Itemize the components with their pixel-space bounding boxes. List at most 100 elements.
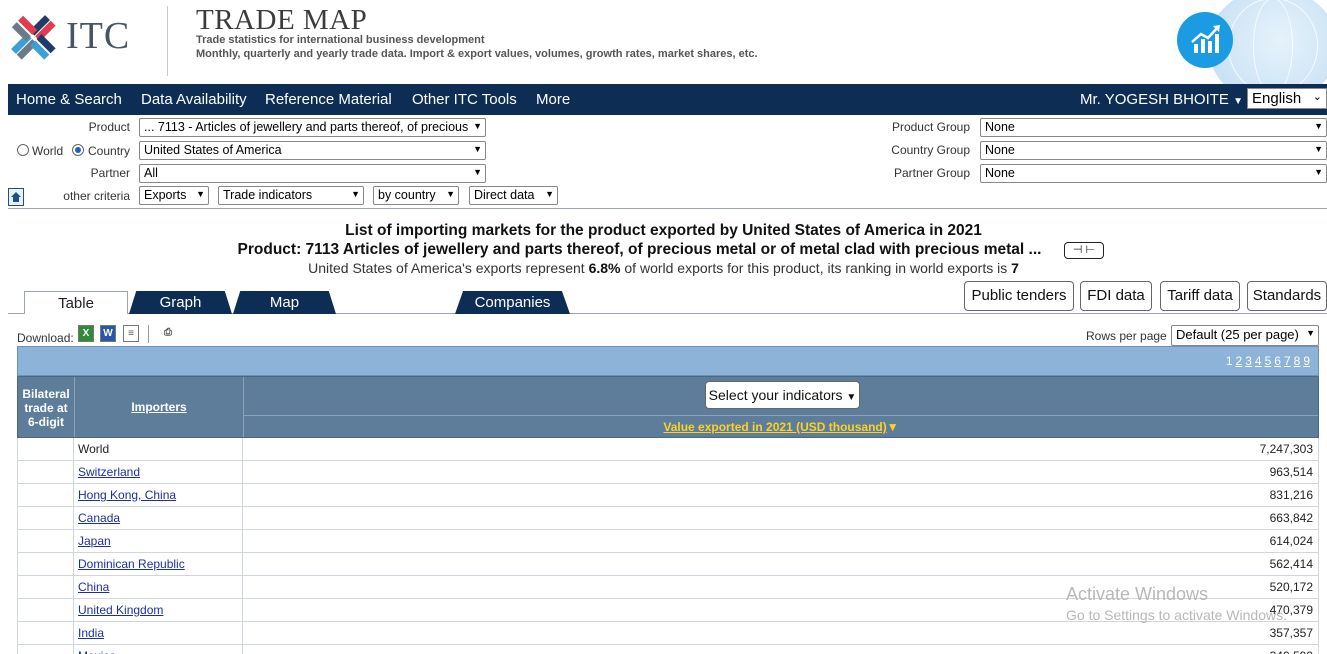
bilateral-cell [17, 622, 74, 644]
chevron-down-icon: ▼ [351, 189, 360, 199]
rows-per-page-select[interactable]: Default (25 per page) ▼ [1171, 325, 1319, 346]
importer-name[interactable]: Japan [74, 530, 243, 552]
user-menu[interactable]: Mr. YOGESH BHOITE ▼ [1080, 91, 1243, 108]
page-title: TRADE MAP [196, 4, 368, 36]
windows-watermark-title: Activate Windows [1066, 584, 1209, 604]
excel-icon[interactable]: X [78, 325, 94, 342]
product-value: ... 7113 - Articles of jewellery and par… [144, 120, 469, 134]
product-group-select[interactable]: None ▼ [980, 118, 1327, 137]
language-select[interactable]: English ⌄ [1247, 88, 1327, 109]
tab-graph[interactable]: Graph [129, 291, 232, 314]
importer-name[interactable]: Hong Kong, China [74, 484, 243, 506]
main-navigation: Home & Search Data Availability Referenc… [8, 84, 1327, 115]
nav-reference-material[interactable]: Reference Material [265, 91, 392, 108]
nav-more[interactable]: More [536, 91, 570, 108]
importer-name[interactable]: Dominican Republic [74, 553, 243, 575]
page-7[interactable]: 7 [1284, 354, 1291, 368]
pagination-bar: 123456789 [17, 346, 1319, 376]
filter-panel: Product ... 7113 - Articles of jewellery… [8, 115, 1327, 209]
nav-data-availability[interactable]: Data Availability [141, 91, 247, 108]
product-select[interactable]: ... 7113 - Articles of jewellery and par… [139, 118, 486, 137]
nav-home-search[interactable]: Home & Search [16, 91, 122, 108]
indicator-type-select[interactable]: Trade indicators ▼ [218, 186, 364, 205]
importer-name[interactable]: Mexico [74, 645, 243, 654]
export-summary: United States of America's exports repre… [0, 260, 1327, 276]
header-separator [167, 6, 168, 76]
country-label: Country [88, 144, 131, 158]
tab-map[interactable]: Map [233, 291, 336, 314]
chevron-down-icon: ▼ [196, 189, 205, 199]
page-3[interactable]: 3 [1245, 354, 1252, 368]
value-exported-header[interactable]: Value exported in 2021 (USD thousand)▼ [244, 415, 1318, 437]
product-title-text: Product: 7113 Articles of jewellery and … [237, 241, 1042, 258]
itc-logo-icon [11, 15, 56, 60]
chevron-down-icon: ▼ [473, 121, 482, 131]
bilateral-cell [17, 507, 74, 529]
tab-table[interactable]: Table [24, 291, 128, 314]
summary-rank: 7 [1011, 260, 1019, 276]
chevron-down-icon: ▼ [473, 144, 482, 154]
country-select[interactable]: United States of America ▼ [139, 141, 486, 160]
importer-name[interactable]: Canada [74, 507, 243, 529]
pagination: 123456789 [1223, 354, 1310, 368]
table-row: World 7,247,303 [17, 438, 1319, 461]
page-8[interactable]: 8 [1294, 354, 1301, 368]
importer-name[interactable]: China [74, 576, 243, 598]
bilateral-cell [17, 484, 74, 506]
bilateral-cell [17, 530, 74, 552]
country-radio[interactable] [72, 144, 84, 156]
value-exported-label: Value exported in 2021 (USD thousand) [663, 420, 887, 434]
table-row: Japan 614,024 [17, 530, 1319, 553]
page-1[interactable]: 1 [1226, 354, 1233, 368]
world-radio[interactable] [17, 144, 29, 156]
table-row: India 357,357 [17, 622, 1319, 645]
product-label: Product [88, 120, 130, 134]
export-value: 562,414 [244, 553, 1319, 575]
standards-button[interactable]: Standards [1247, 281, 1327, 311]
export-value: 357,357 [244, 622, 1319, 644]
home-icon[interactable] [8, 188, 24, 206]
product-group-value: None [985, 120, 1015, 134]
product-title: Product: 7113 Articles of jewellery and … [0, 241, 1327, 259]
tab-companies[interactable]: Companies [455, 291, 570, 314]
partner-select[interactable]: All ▼ [139, 164, 486, 183]
summary-pre: United States of America's exports repre… [308, 260, 589, 276]
importer-name[interactable]: India [74, 622, 243, 644]
importers-header[interactable]: Importers [75, 377, 244, 437]
page-6[interactable]: 6 [1274, 354, 1281, 368]
select-indicators-button[interactable]: Select your indicators ▼ [705, 381, 860, 409]
bilateral-cell [17, 553, 74, 575]
other-criteria-label: other criteria [63, 189, 130, 203]
importer-name[interactable]: United Kingdom [74, 599, 243, 621]
data-source-select[interactable]: Direct data ▼ [469, 186, 558, 205]
page-5[interactable]: 5 [1265, 354, 1272, 368]
table-row: Canada 663,842 [17, 507, 1319, 530]
page-9[interactable]: 9 [1303, 354, 1310, 368]
page-4[interactable]: 4 [1255, 354, 1262, 368]
table-row: Hong Kong, China 831,216 [17, 484, 1319, 507]
expand-icon[interactable]: ⊣ ⊢ [1064, 242, 1104, 259]
importer-name[interactable]: Switzerland [74, 461, 243, 483]
chevron-down-icon: ▼ [545, 189, 554, 199]
toolbar-divider [148, 325, 149, 343]
fdi-data-button[interactable]: FDI data [1080, 281, 1152, 311]
public-tenders-button[interactable]: Public tenders [964, 281, 1074, 311]
text-file-icon[interactable]: ≡ [123, 325, 139, 342]
subtitle-line2: Monthly, quarterly and yearly trade data… [196, 48, 758, 60]
site-header: ITC TRADE MAP Trade statistics for inter… [0, 0, 1327, 84]
partner-group-select[interactable]: None ▼ [980, 164, 1327, 183]
partner-group-value: None [985, 166, 1015, 180]
caret-down-icon: ▼ [1233, 96, 1243, 107]
breakdown-select[interactable]: by country ▼ [373, 186, 459, 205]
chevron-down-icon: ▼ [1314, 167, 1323, 177]
nav-other-itc-tools[interactable]: Other ITC Tools [412, 91, 517, 108]
flow-select[interactable]: Exports ▼ [139, 186, 209, 205]
windows-watermark-subtitle: Go to Settings to activate Windows. [1066, 607, 1287, 623]
rows-per-page-value: Default (25 per page) [1176, 327, 1299, 342]
bilateral-cell [17, 461, 74, 483]
tariff-data-button[interactable]: Tariff data [1160, 281, 1240, 311]
print-icon[interactable]: ⎙ [160, 325, 176, 342]
country-group-select[interactable]: None ▼ [980, 141, 1327, 160]
word-icon[interactable]: W [100, 325, 116, 342]
page-2[interactable]: 2 [1236, 354, 1243, 368]
